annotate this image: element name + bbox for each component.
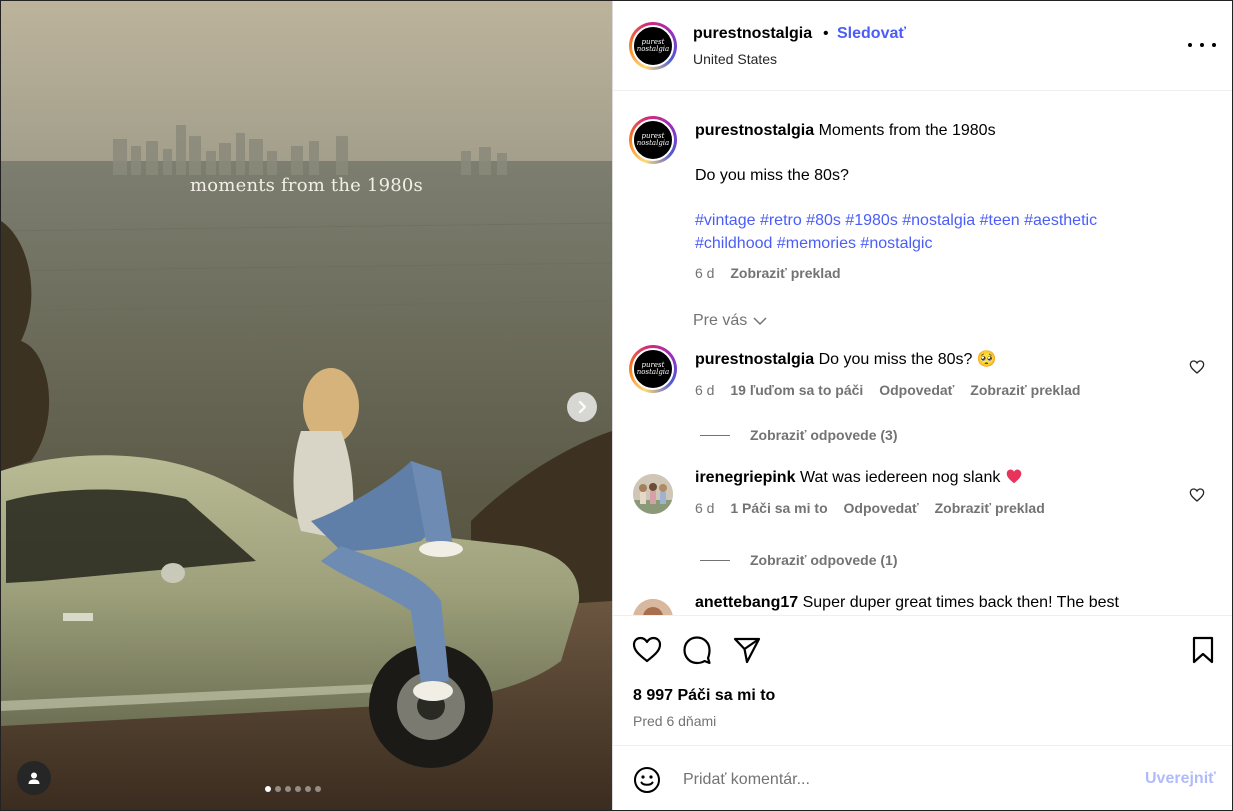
view-replies-label: Zobraziť odpovede (3): [750, 427, 898, 443]
avatar-logo-line: nostalgia: [636, 45, 670, 53]
caption-age: 6 d: [695, 265, 715, 281]
carousel-indicator: [265, 786, 321, 792]
carousel-dot: [265, 786, 271, 792]
post-header: purest nostalgia purestnostalgia • Sledo…: [613, 1, 1232, 91]
comment-text: Do you miss the 80s? 🥺: [818, 351, 997, 368]
comment-meta: 6 d 1 Páči sa mi to Odpovedať Zobraziť p…: [695, 500, 1057, 516]
replies-divider: [700, 559, 730, 561]
post-dialog: moments from the 1980s purest nostalgia …: [0, 0, 1233, 811]
translate-link[interactable]: Zobraziť preklad: [935, 500, 1045, 516]
avatar-logo-line: nostalgia: [636, 368, 670, 376]
post-comment-button[interactable]: Uverejniť: [1145, 770, 1216, 788]
comment-item: purest nostalgia purestnostalgia Do you …: [629, 345, 1219, 405]
emoji-icon[interactable]: [633, 766, 661, 794]
hashtags-line[interactable]: #childhood #memories #nostalgic: [695, 235, 932, 252]
chevron-right-icon: [578, 400, 587, 414]
follow-button[interactable]: Sledovať: [837, 25, 906, 43]
more-dot: [1212, 43, 1216, 47]
photo-scene: [1, 1, 612, 810]
post-timestamp: Pred 6 dňami: [633, 713, 717, 729]
caption-meta: 6 d Zobraziť preklad: [695, 265, 853, 281]
carousel-dot: [315, 786, 321, 792]
comment-like-icon[interactable]: [1189, 487, 1205, 503]
reply-button[interactable]: Odpovedať: [879, 382, 954, 398]
avatar-photo: [633, 599, 673, 615]
header-separator: •: [823, 25, 829, 42]
user-icon: [28, 772, 40, 784]
carousel-dot: [295, 786, 301, 792]
media-caption-text: moments from the 1980s: [190, 175, 423, 196]
post-actions: 8 997 Páči sa mi to Pred 6 dňami: [613, 615, 1232, 745]
reply-button[interactable]: Odpovedať: [844, 500, 919, 516]
replies-divider: [700, 434, 730, 436]
comment-like-icon[interactable]: [1189, 359, 1205, 375]
comment-item: anettebang17 Super duper great times bac…: [629, 594, 1219, 615]
comment-likes-link[interactable]: 19 ľuďom sa to páči: [730, 382, 863, 398]
comments-filter[interactable]: Pre vás: [693, 312, 767, 330]
avatar[interactable]: purest nostalgia: [629, 116, 677, 164]
carousel-dot: [285, 786, 291, 792]
caption-question: Do you miss the 80s?: [695, 167, 849, 184]
comment-age: 6 d: [695, 500, 715, 516]
hashtags-line[interactable]: #vintage #retro #80s #1980s #nostalgia #…: [695, 212, 1097, 229]
comment-likes-link[interactable]: 1 Páči sa mi to: [730, 500, 827, 516]
post-location[interactable]: United States: [693, 51, 777, 67]
view-replies-button[interactable]: Zobraziť odpovede (3): [700, 427, 898, 443]
avatar-logo: purest nostalgia: [637, 362, 669, 376]
comments-filter-label: Pre vás: [693, 312, 748, 329]
share-send-icon[interactable]: [731, 634, 763, 666]
more-dot: [1188, 43, 1192, 47]
like-heart-icon[interactable]: [631, 634, 663, 666]
comment-username[interactable]: purestnostalgia: [695, 351, 814, 368]
comment-body: irenegriepink Wat was iedereen nog slank: [695, 466, 1175, 489]
avatar[interactable]: [633, 599, 673, 615]
save-bookmark-icon[interactable]: [1187, 634, 1219, 666]
next-slide-button[interactable]: [567, 392, 597, 422]
comment-bubble-icon[interactable]: [681, 634, 713, 666]
more-options-icon[interactable]: [1188, 37, 1216, 53]
heart-emoji-icon: [1006, 469, 1022, 484]
avatar-image: purest nostalgia: [632, 348, 674, 390]
comment-age: 6 d: [695, 382, 715, 398]
comment-composer: Uverejniť: [613, 745, 1232, 810]
comment-item: irenegriepink Wat was iedereen nog slank…: [629, 469, 1219, 534]
avatar-logo: purest nostalgia: [637, 133, 669, 147]
tagged-users-button[interactable]: [17, 761, 51, 795]
avatar[interactable]: purest nostalgia: [629, 345, 677, 393]
avatar-logo: purest nostalgia: [637, 39, 669, 53]
comment-input[interactable]: [683, 766, 1123, 794]
post-media[interactable]: moments from the 1980s: [1, 1, 612, 810]
caption-hashtags[interactable]: #vintage #retro #80s #1980s #nostalgia #…: [695, 209, 1215, 255]
caption-username[interactable]: purestnostalgia: [695, 122, 814, 139]
avatar-image: purest nostalgia: [632, 119, 674, 161]
carousel-dot: [275, 786, 281, 792]
avatar[interactable]: purest nostalgia: [629, 22, 677, 70]
comment-meta: 6 d 19 ľuďom sa to páči Odpovedať Zobraz…: [695, 382, 1092, 398]
header-username[interactable]: purestnostalgia: [693, 25, 812, 43]
caption-body: purestnostalgia Moments from the 1980s: [695, 119, 1195, 142]
comment-username[interactable]: anettebang17: [695, 594, 798, 611]
more-dot: [1200, 43, 1204, 47]
avatar-photo: [633, 474, 673, 514]
avatar[interactable]: [633, 474, 673, 514]
comment-body: purestnostalgia Do you miss the 80s? 🥺: [695, 348, 1175, 371]
caption-text: Moments from the 1980s: [818, 122, 996, 139]
avatar-logo-line: nostalgia: [636, 139, 670, 147]
view-replies-button[interactable]: Zobraziť odpovede (1): [700, 552, 898, 568]
comment-username[interactable]: irenegriepink: [695, 469, 795, 486]
translate-link[interactable]: Zobraziť preklad: [970, 382, 1080, 398]
post-caption: purest nostalgia purestnostalgia Moments…: [629, 116, 1219, 286]
comment-text: Wat was iedereen nog slank: [799, 469, 1001, 486]
comment-text: Super duper great times back then! The b…: [802, 594, 1119, 611]
post-side-panel: purest nostalgia purestnostalgia • Sledo…: [612, 1, 1232, 810]
likes-count[interactable]: 8 997 Páči sa mi to: [633, 687, 775, 705]
comment-body: anettebang17 Super duper great times bac…: [695, 591, 1185, 614]
comments-scroll-area[interactable]: purest nostalgia purestnostalgia Moments…: [613, 92, 1232, 615]
view-replies-label: Zobraziť odpovede (1): [750, 552, 898, 568]
chevron-down-icon: [753, 317, 767, 326]
translate-link[interactable]: Zobraziť preklad: [730, 265, 840, 281]
carousel-dot: [305, 786, 311, 792]
avatar-image: purest nostalgia: [632, 25, 674, 67]
